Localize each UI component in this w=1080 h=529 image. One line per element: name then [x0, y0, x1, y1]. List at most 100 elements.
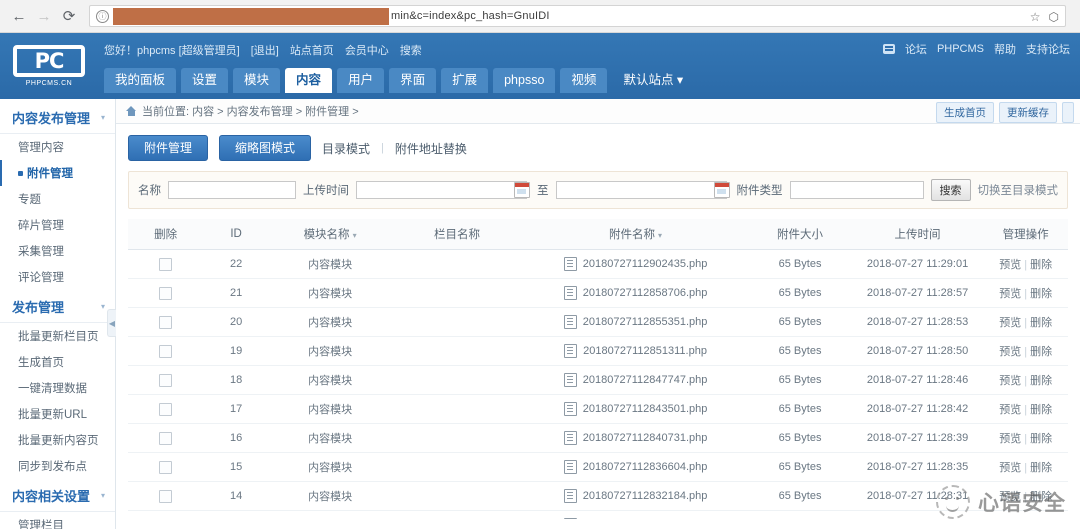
- row-preview-link[interactable]: 预览: [999, 317, 1021, 329]
- sidebar-item-generate-homepage[interactable]: 生成首页: [0, 349, 115, 375]
- row-preview-link[interactable]: 预览: [999, 346, 1021, 358]
- bookmark-star-icon[interactable]: ☆: [1030, 9, 1041, 25]
- col-header-module[interactable]: 模块名称 ▾: [268, 219, 392, 250]
- nav-item-site-selector[interactable]: 默认站点 ▾: [612, 68, 694, 93]
- nav-item-video[interactable]: 视频: [560, 68, 608, 93]
- sidebar-item-fragment-manage[interactable]: 碎片管理: [0, 212, 115, 238]
- row-checkbox[interactable]: [159, 315, 173, 329]
- sidebar-item-sync-to-publish-point[interactable]: 同步到发布点: [0, 453, 115, 479]
- sidebar-item-special-topic[interactable]: 专题: [0, 186, 115, 212]
- header-right-link-phpcms[interactable]: PHPCMS: [937, 43, 984, 55]
- row-delete-link[interactable]: 删除: [1030, 404, 1052, 416]
- row-module-name: 内容模块: [268, 510, 392, 519]
- file-icon: [563, 373, 577, 387]
- row-checkbox[interactable]: [159, 257, 173, 271]
- search-time-to-input[interactable]: [555, 181, 727, 199]
- calendar-icon[interactable]: [713, 182, 730, 198]
- row-category-name: [391, 249, 523, 279]
- nav-item-my-panel[interactable]: 我的面板: [104, 68, 177, 93]
- nav-item-users[interactable]: 用户: [337, 68, 385, 93]
- row-filename-text[interactable]: 20180727112851311.php: [583, 345, 707, 357]
- row-preview-link[interactable]: 预览: [999, 259, 1021, 271]
- row-filename-text[interactable]: 20180727112843501.php: [583, 403, 708, 415]
- search-name-input[interactable]: [168, 181, 296, 199]
- header-right-link-help[interactable]: 帮助: [994, 41, 1016, 57]
- extension-icon[interactable]: ⬡: [1049, 9, 1059, 25]
- sidebar-item-attachment-manage[interactable]: 附件管理: [0, 160, 115, 186]
- row-delete-link[interactable]: 删除: [1030, 317, 1052, 329]
- logo[interactable]: PC PHPCMS.CN: [0, 33, 98, 99]
- search-time-from-input[interactable]: [356, 181, 527, 199]
- sidebar-group-publish-manage[interactable]: 发布管理 ▾: [0, 290, 115, 323]
- row-actions: 预览|删除: [983, 365, 1068, 395]
- header-right-link-forum[interactable]: 论坛: [905, 41, 927, 57]
- row-delete-link[interactable]: 删除: [1030, 433, 1052, 445]
- sidebar-group-content-settings[interactable]: 内容相关设置 ▾: [0, 479, 115, 512]
- row-checkbox[interactable]: [159, 373, 173, 387]
- row-delete-link[interactable]: 删除: [1030, 288, 1052, 300]
- row-preview-link[interactable]: 预览: [999, 433, 1021, 445]
- row-filename-text[interactable]: 20180727112836604.php: [583, 461, 708, 473]
- header-link-logout[interactable]: [退出]: [251, 42, 279, 58]
- sidebar-item-batch-update-url[interactable]: 批量更新URL: [0, 401, 115, 427]
- nav-item-interface[interactable]: 界面: [389, 68, 437, 93]
- row-delete-link[interactable]: 删除: [1030, 462, 1052, 474]
- row-checkbox[interactable]: [159, 344, 173, 358]
- sidebar-collapse-handle[interactable]: ◀: [107, 309, 116, 337]
- row-preview-link[interactable]: 预览: [999, 288, 1021, 300]
- header-right-link-support[interactable]: 支持论坛: [1026, 41, 1070, 57]
- search-button[interactable]: 搜索: [930, 179, 971, 201]
- tab-directory-mode[interactable]: 目录模式: [322, 140, 370, 157]
- nav-item-extensions[interactable]: 扩展: [441, 68, 489, 93]
- row-checkbox[interactable]: [159, 286, 173, 300]
- nav-item-phpsso[interactable]: phpsso: [493, 68, 556, 93]
- more-actions-button[interactable]: [1062, 102, 1074, 123]
- update-cache-button[interactable]: 更新缓存: [999, 102, 1057, 123]
- sidebar-group-content-publish[interactable]: 内容发布管理 ▾: [0, 101, 115, 134]
- row-checkbox[interactable]: [159, 402, 173, 416]
- header-link-member-center[interactable]: 会员中心: [345, 42, 389, 58]
- row-filename-text[interactable]: 20180727112832184.php: [583, 490, 708, 502]
- row-delete-link[interactable]: 删除: [1030, 375, 1052, 387]
- forward-icon[interactable]: →: [33, 5, 55, 27]
- row-preview-link[interactable]: 预览: [999, 462, 1021, 474]
- back-icon[interactable]: ←: [8, 5, 30, 27]
- row-checkbox[interactable]: [159, 431, 173, 445]
- row-filename-text[interactable]: 20180727112847747.php: [583, 374, 708, 386]
- address-bar[interactable]: ⓘ min&c=index&pc_hash=GnuIDI ☆ ⬡: [89, 5, 1066, 27]
- sidebar-item-batch-update-category-pages[interactable]: 批量更新栏目页: [0, 323, 115, 349]
- tab-attachment-url-replace[interactable]: 附件地址替换: [395, 140, 467, 157]
- nav-item-content[interactable]: 内容: [285, 68, 333, 93]
- nav-item-modules[interactable]: 模块: [233, 68, 281, 93]
- calendar-icon[interactable]: [514, 182, 530, 198]
- tab-thumbnail-mode[interactable]: 缩略图模式: [219, 135, 312, 161]
- header-link-site-home[interactable]: 站点首页: [290, 42, 334, 58]
- row-checkbox[interactable]: [159, 460, 173, 474]
- site-info-icon[interactable]: ⓘ: [96, 9, 109, 23]
- sidebar-item-clean-data[interactable]: 一键清理数据: [0, 375, 115, 401]
- row-filename-text[interactable]: 20180727112858706.php: [583, 287, 708, 299]
- row-checkbox[interactable]: [159, 489, 173, 503]
- row-preview-link[interactable]: 预览: [999, 491, 1021, 503]
- row-filename-text[interactable]: 20180727112902435.php: [583, 258, 708, 270]
- row-delete-link[interactable]: 删除: [1030, 346, 1052, 358]
- switch-directory-mode-link[interactable]: 切换至目录模式: [978, 182, 1059, 198]
- col-header-filename[interactable]: 附件名称 ▾: [522, 219, 749, 250]
- row-delete-link[interactable]: 删除: [1030, 259, 1052, 271]
- nav-item-settings[interactable]: 设置: [181, 68, 229, 93]
- search-type-input[interactable]: [789, 181, 924, 199]
- row-preview-link[interactable]: 预览: [999, 404, 1021, 416]
- row-delete-link[interactable]: 删除: [1030, 491, 1052, 503]
- sidebar-item-manage-content[interactable]: 管理内容: [0, 134, 115, 160]
- reload-icon[interactable]: ⟳: [58, 5, 80, 27]
- tab-attachment-manage[interactable]: 附件管理: [128, 135, 209, 161]
- sidebar-item-batch-update-content-pages[interactable]: 批量更新内容页: [0, 427, 115, 453]
- generate-homepage-button[interactable]: 生成首页: [936, 102, 994, 123]
- header-link-search[interactable]: 搜索: [400, 42, 422, 58]
- sidebar-item-collection-manage[interactable]: 采集管理: [0, 238, 115, 264]
- sidebar-item-manage-categories[interactable]: 管理栏目: [0, 512, 115, 529]
- row-preview-link[interactable]: 预览: [999, 375, 1021, 387]
- sidebar-item-comment-manage[interactable]: 评论管理: [0, 264, 115, 290]
- row-filename-text[interactable]: 20180727112840731.php: [583, 432, 708, 444]
- row-filename-text[interactable]: 20180727112855351.php: [583, 316, 708, 328]
